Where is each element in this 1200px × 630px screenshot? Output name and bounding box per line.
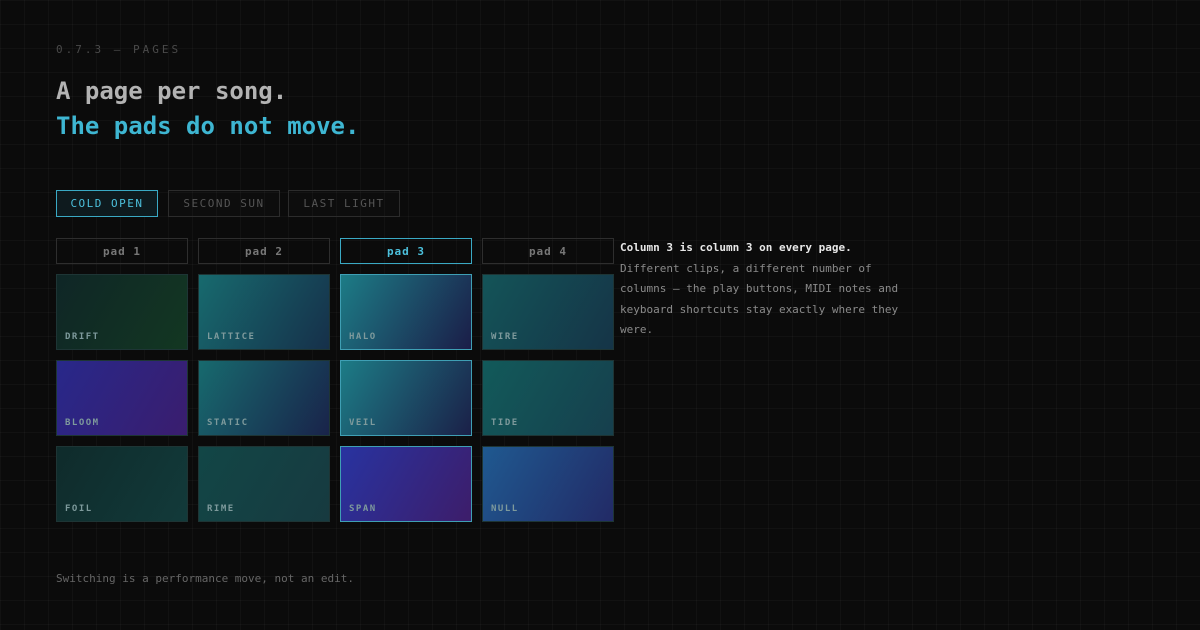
description-body: Different clips, a different number of c… [620,261,899,337]
pad-label: DRIFT [65,332,100,342]
column-description: Column 3 is column 3 on every page. Diff… [620,238,910,341]
tab-cold-open[interactable]: COLD OPEN [56,190,158,217]
pad-wire[interactable]: WIRE [482,274,614,350]
pad-null[interactable]: NULL [482,446,614,522]
title-line-1: A page per song. [56,77,288,105]
pad-label: TIDE [491,418,519,428]
pad-label: HALO [349,332,377,342]
pad-label: STATIC [207,418,249,428]
pad-label: VEIL [349,418,377,428]
tab-second-sun[interactable]: SECOND SUN [168,190,280,217]
pad-span[interactable]: SPAN [340,446,472,522]
pad-bloom[interactable]: BLOOM [56,360,188,436]
pad-label: LATTICE [207,332,256,342]
column-header-pad-4[interactable]: pad 4 [482,238,614,264]
pad-label: FOIL [65,504,93,514]
pad-lattice[interactable]: LATTICE [198,274,330,350]
column-header-pad-3[interactable]: pad 3 [340,238,472,264]
footer-note: Switching is a performance move, not an … [56,572,355,585]
title-line-2: The pads do not move. [56,112,360,140]
column-header-pad-2[interactable]: pad 2 [198,238,330,264]
pad-label: NULL [491,504,519,514]
version-label: 0.7.3 — PAGES [56,43,182,56]
pad-drift[interactable]: DRIFT [56,274,188,350]
pad-label: WIRE [491,332,519,342]
pad-halo[interactable]: HALO [340,274,472,350]
pad-static[interactable]: STATIC [198,360,330,436]
pad-veil[interactable]: VEIL [340,360,472,436]
description-lead: Column 3 is column 3 on every page. [620,241,852,254]
pad-label: RIME [207,504,235,514]
pad-label: BLOOM [65,418,100,428]
pad-foil[interactable]: FOIL [56,446,188,522]
pad-rime[interactable]: RIME [198,446,330,522]
tab-last-light[interactable]: LAST LIGHT [288,190,400,217]
page-title: A page per song. The pads do not move. [56,74,359,144]
pad-tide[interactable]: TIDE [482,360,614,436]
pad-label: SPAN [349,504,377,514]
column-header-pad-1[interactable]: pad 1 [56,238,188,264]
